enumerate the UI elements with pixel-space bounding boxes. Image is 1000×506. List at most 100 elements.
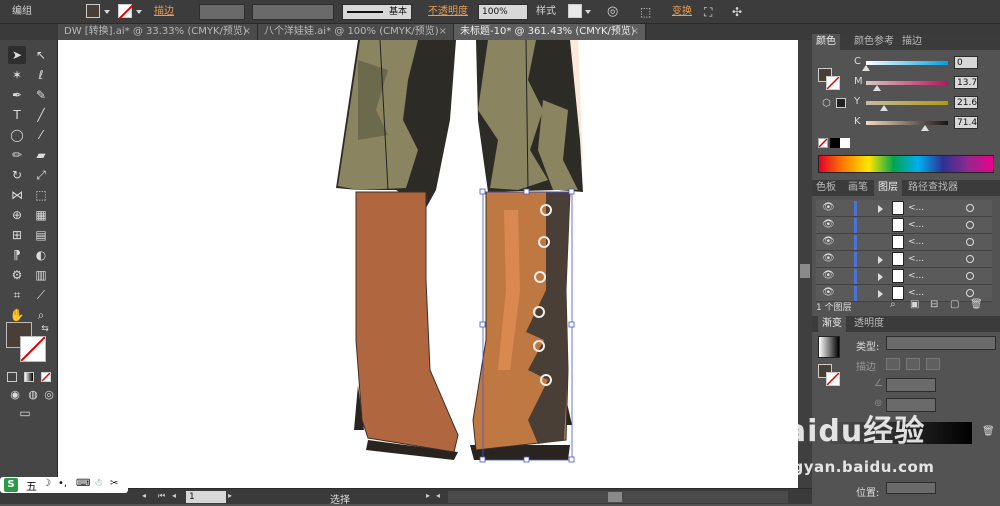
layer-row[interactable]: 👁 <... <box>816 200 992 217</box>
layer-row[interactable]: 👁 <... <box>816 234 992 251</box>
close-icon[interactable]: × <box>243 24 251 40</box>
perspective-grid-tool-icon[interactable]: ▦ <box>32 206 50 224</box>
tab-color[interactable]: 颜色 <box>812 34 840 50</box>
white-color-icon[interactable] <box>840 138 850 148</box>
delete-layer-icon[interactable]: 🗑 <box>970 299 983 310</box>
fill-swatch[interactable] <box>86 4 100 18</box>
expand-icon[interactable] <box>878 205 883 213</box>
color-spectrum[interactable] <box>818 155 994 173</box>
align-icon[interactable]: ⬚ <box>640 0 651 24</box>
channel-k-value[interactable]: 71.4 <box>954 116 978 129</box>
selection-tool-icon[interactable]: ➤ <box>8 46 26 64</box>
target-icon[interactable] <box>966 272 974 280</box>
scale-tool-icon[interactable]: ⤢ <box>32 166 50 184</box>
style-dropdown-icon[interactable] <box>585 10 591 14</box>
delete-stop-icon[interactable]: 🗑 <box>982 426 995 437</box>
draw-mode-icon[interactable]: ◉ <box>6 386 24 404</box>
swap-fill-stroke-icon[interactable]: ⇆ <box>36 320 54 338</box>
layer-name[interactable]: <... <box>908 234 924 250</box>
screen-mode-icon[interactable]: ▭ <box>16 404 34 422</box>
layer-name[interactable]: <... <box>908 217 924 233</box>
eye-icon[interactable]: 👁 <box>822 288 835 298</box>
direct-selection-tool-icon[interactable]: ↖ <box>32 46 50 64</box>
channel-c-slider[interactable] <box>866 61 948 65</box>
doc-tab-3[interactable]: 未标题-10* @ 361.43% (CMYK/预览) × <box>454 24 646 40</box>
tab-transparency[interactable]: 透明度 <box>850 316 888 332</box>
channel-y-value[interactable]: 21.6 <box>954 96 978 109</box>
fill-dropdown-icon[interactable] <box>104 10 110 14</box>
doc-tab-2[interactable]: 八个洋娃娃.ai* @ 100% (CMYK/预览) × <box>258 24 454 40</box>
moon-icon[interactable]: ☽ <box>42 478 51 489</box>
gradient-mode-icon[interactable] <box>24 372 34 382</box>
mesh-tool-icon[interactable]: ⊞ <box>8 226 26 244</box>
ellipse-tool-icon[interactable]: ◯ <box>8 126 26 144</box>
artboard-tool-icon[interactable]: ⌗ <box>8 286 26 304</box>
ime-toolbar[interactable]: S 五 ☽ •, ⌨ ☃ ✂ <box>0 477 128 493</box>
pen-tool-icon[interactable]: ✒ <box>8 86 26 104</box>
slice-tool-icon[interactable]: ⟋ <box>32 286 50 304</box>
tools-icon[interactable]: ✂ <box>110 478 118 489</box>
target-icon[interactable] <box>966 238 974 246</box>
zoom-prev-icon[interactable]: ◂ <box>142 491 152 503</box>
shape-builder-tool-icon[interactable]: ⊕ <box>8 206 26 224</box>
target-icon[interactable] <box>966 289 974 297</box>
pencil-tool-icon[interactable]: ✏ <box>8 146 26 164</box>
width-tool-icon[interactable]: ⋈ <box>8 186 26 204</box>
target-icon[interactable] <box>966 255 974 263</box>
stroke-weight-field[interactable] <box>199 4 245 20</box>
skin-icon[interactable]: ☃ <box>94 478 103 489</box>
first-artboard-icon[interactable]: ⏮ <box>158 491 170 503</box>
keyboard-icon[interactable]: ⌨ <box>76 478 90 489</box>
stroke-label[interactable]: 描边 <box>154 0 174 24</box>
status-menu-icon[interactable]: ▸ <box>426 491 434 503</box>
none-mode-icon[interactable] <box>41 372 51 382</box>
layer-row[interactable]: 👁 <... <box>816 217 992 234</box>
target-icon[interactable] <box>966 204 974 212</box>
gradient-type-dropdown[interactable] <box>886 336 996 350</box>
lasso-tool-icon[interactable]: ℓ <box>32 66 50 84</box>
stroke-color-box[interactable] <box>20 336 46 362</box>
rotate-tool-icon[interactable]: ↻ <box>8 166 26 184</box>
stroke-dropdown-icon[interactable] <box>136 10 142 14</box>
expand-icon[interactable] <box>878 273 883 281</box>
eyedropper-tool-icon[interactable]: ⁋ <box>8 246 26 264</box>
free-transform-tool-icon[interactable]: ⬚ <box>32 186 50 204</box>
new-layer-icon[interactable]: ▢ <box>950 299 959 310</box>
line-tool-icon[interactable]: ╱ <box>32 106 50 124</box>
channel-c-value[interactable]: 0 <box>954 56 978 69</box>
tab-stroke[interactable]: 描边 <box>898 34 926 50</box>
magic-wand-tool-icon[interactable]: ✶ <box>8 66 26 84</box>
close-icon[interactable]: × <box>439 24 447 40</box>
panel-stroke-swatch[interactable] <box>826 76 840 90</box>
artboard-canvas[interactable] <box>58 40 798 488</box>
isolate-icon[interactable]: ⛶ <box>704 0 712 24</box>
blend-tool-icon[interactable]: ◐ <box>32 246 50 264</box>
close-icon[interactable]: × <box>631 24 639 40</box>
variable-width-dropdown[interactable] <box>252 4 334 20</box>
punctuation-icon[interactable]: •, <box>58 478 67 489</box>
eye-icon[interactable]: 👁 <box>822 203 835 213</box>
channel-k-slider[interactable] <box>866 121 948 125</box>
stroke-gradient-within-icon[interactable] <box>886 358 900 370</box>
eraser-tool-icon[interactable]: ▰ <box>32 146 50 164</box>
out-of-gamut-icon[interactable]: ⬡ <box>822 98 831 109</box>
black-color-icon[interactable] <box>830 138 840 148</box>
gradient-angle-input[interactable] <box>886 378 936 392</box>
layer-name[interactable]: <... <box>908 200 924 216</box>
transform-label[interactable]: 变换 <box>672 0 692 24</box>
layer-row[interactable]: 👁 <... <box>816 268 992 285</box>
gradient-stroke-swatch[interactable] <box>826 372 840 386</box>
sogou-icon[interactable]: S <box>4 478 18 492</box>
scroll-left-icon[interactable]: ◂ <box>436 491 446 503</box>
type-tool-icon[interactable]: T <box>8 106 26 124</box>
gradient-tool-icon[interactable]: ▤ <box>32 226 50 244</box>
expand-icon[interactable] <box>878 256 883 264</box>
stroke-swatch[interactable] <box>118 4 134 20</box>
prev-artboard-icon[interactable]: ◂ <box>172 491 182 503</box>
tab-layers[interactable]: 图层 <box>874 180 902 196</box>
symbol-sprayer-tool-icon[interactable]: ⚙ <box>8 266 26 284</box>
none-color-icon[interactable] <box>818 138 828 148</box>
stroke-gradient-across-icon[interactable] <box>926 358 940 370</box>
tab-swatches[interactable]: 色板 <box>812 180 840 196</box>
stroke-gradient-along-icon[interactable] <box>906 358 920 370</box>
